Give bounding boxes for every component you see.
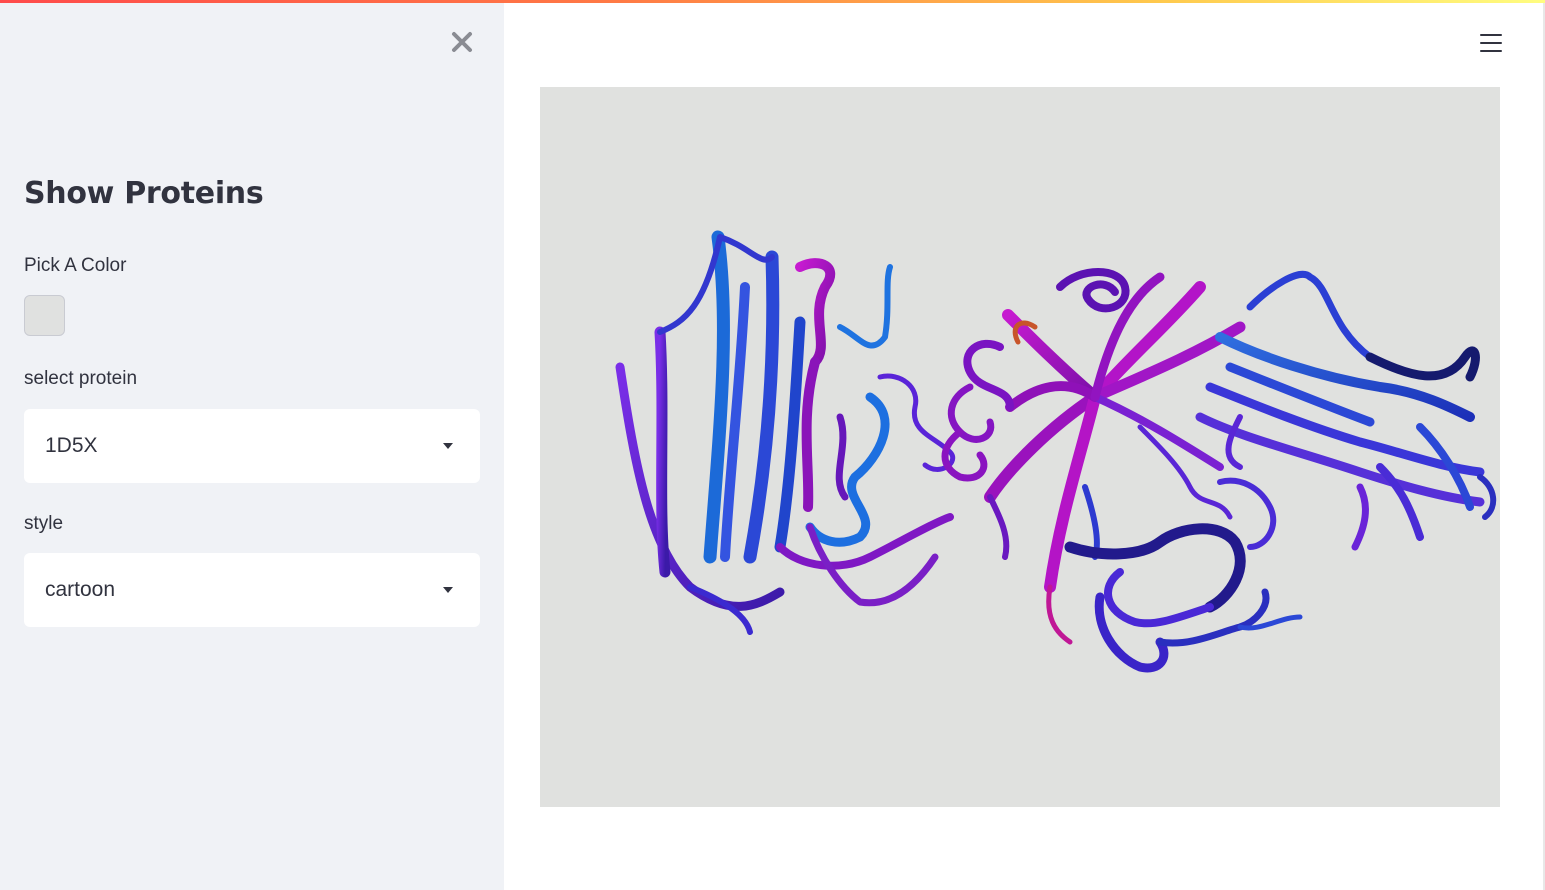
- style-select-label: style: [24, 513, 64, 534]
- caret-down-icon: [443, 587, 453, 593]
- lower-protein-domain: [1064, 477, 1303, 673]
- protein-structure-render: [615, 230, 1497, 673]
- caret-down-icon: [443, 443, 453, 449]
- protein-3d-viewer[interactable]: [540, 87, 1500, 807]
- hamburger-menu-icon: [1480, 34, 1502, 37]
- center-protein-domain: [941, 268, 1246, 645]
- protein-select[interactable]: 1D5X: [24, 409, 480, 483]
- sidebar: Show Proteins Pick A Color select protei…: [0, 0, 504, 890]
- sidebar-title: Show Proteins: [24, 176, 264, 211]
- right-protein-domain: [1195, 270, 1497, 551]
- protein-select-label: select protein: [24, 368, 138, 389]
- app-top-decoration: [0, 0, 1545, 3]
- main-menu-button[interactable]: [1474, 28, 1508, 60]
- color-picker-swatch[interactable]: [24, 295, 65, 336]
- color-picker-label: Pick A Color: [24, 255, 127, 276]
- close-icon: [452, 32, 472, 52]
- style-select-value: cartoon: [45, 578, 116, 601]
- protein-select-value: 1D5X: [45, 434, 98, 457]
- left-protein-domain: [615, 230, 955, 635]
- close-sidebar-button[interactable]: [446, 26, 478, 58]
- style-select[interactable]: cartoon: [24, 553, 480, 627]
